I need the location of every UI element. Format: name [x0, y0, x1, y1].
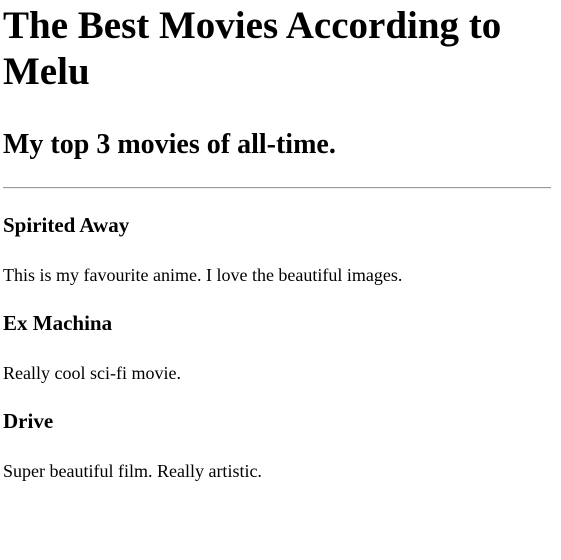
movie-title: Drive	[3, 409, 54, 433]
movie-description: Really cool sci-fi movie.	[3, 363, 181, 383]
page-content: The Best Movies According to Melu My top…	[0, 3, 561, 482]
movie-description: This is my favourite anime. I love the b…	[3, 265, 403, 285]
divider	[3, 187, 551, 189]
movie-title: Spirited Away	[3, 213, 130, 237]
movie-item: Spirited Away This is my favourite anime…	[3, 213, 558, 286]
movie-item: Ex Machina Really cool sci-fi movie.	[3, 311, 558, 384]
page-subtitle: My top 3 movies of all-time.	[3, 129, 336, 160]
movie-title: Ex Machina	[3, 311, 113, 335]
movie-description: Super beautiful film. Really artistic.	[3, 461, 262, 481]
page-title: The Best Movies According to Melu	[3, 4, 502, 93]
movie-item: Drive Super beautiful film. Really artis…	[3, 409, 558, 482]
